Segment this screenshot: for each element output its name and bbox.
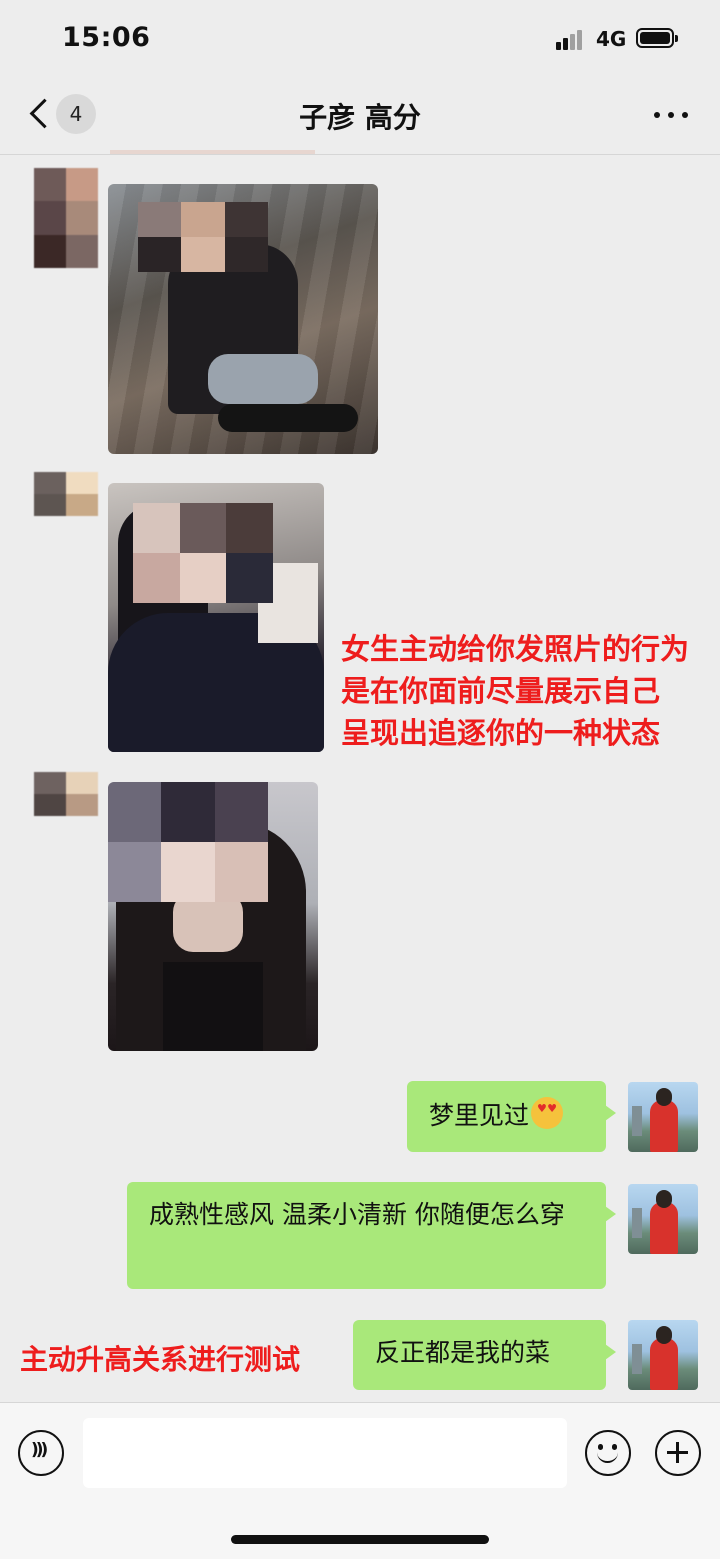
- message-bubble[interactable]: 梦里见过: [407, 1081, 616, 1152]
- avatar[interactable]: [34, 772, 98, 838]
- avatar[interactable]: [34, 472, 98, 538]
- avatar[interactable]: [628, 1082, 698, 1152]
- message-bubble[interactable]: 成熟性感风 温柔小清新 你随便怎么穿: [127, 1182, 616, 1289]
- photo-message[interactable]: [108, 483, 324, 752]
- chat-header: 4 子彦 高分: [0, 78, 720, 155]
- annotation-text: 女生主动给你发照片的行为 是在你面前尽量展示自己 呈现出追逐你的一种状态: [341, 628, 689, 754]
- voice-icon[interactable]: [18, 1430, 64, 1476]
- message-bubble[interactable]: 反正都是我的菜: [353, 1320, 616, 1390]
- avatar[interactable]: [628, 1320, 698, 1390]
- emoji-icon[interactable]: [585, 1430, 631, 1476]
- status-time: 15:06: [62, 22, 151, 53]
- heart-eyes-emoji: [531, 1097, 564, 1129]
- annotation-line: 是在你面前尽量展示自己: [341, 674, 661, 708]
- photo-message[interactable]: [108, 782, 318, 1051]
- blurred-face: [138, 202, 268, 272]
- annotation-line: 女生主动给你发照片的行为: [341, 632, 690, 666]
- message-input[interactable]: [83, 1418, 567, 1488]
- plus-icon[interactable]: [655, 1430, 701, 1476]
- avatar[interactable]: [34, 168, 98, 268]
- annotation-line: 呈现出追逐你的一种状态: [341, 716, 661, 750]
- network-type: 4G: [596, 27, 627, 51]
- more-dots-icon[interactable]: [654, 102, 688, 126]
- message-text: 反正都是我的菜: [375, 1338, 551, 1367]
- message-text: 成熟性感风 温柔小清新 你随便怎么穿: [149, 1200, 565, 1229]
- annotation-text: 主动升高关系进行测试: [20, 1343, 301, 1376]
- home-indicator: [231, 1535, 489, 1544]
- photo-message[interactable]: [108, 184, 378, 454]
- signal-icon: [556, 30, 588, 50]
- chat-title: 子彦 高分: [299, 101, 421, 134]
- blurred-face: [133, 503, 273, 603]
- battery-icon: [636, 28, 678, 48]
- previous-image-edge: [110, 150, 315, 154]
- blurred-face: [108, 782, 268, 902]
- avatar[interactable]: [628, 1184, 698, 1254]
- status-bar: 15:06 4G: [0, 0, 720, 78]
- message-text: 梦里见过: [429, 1101, 530, 1130]
